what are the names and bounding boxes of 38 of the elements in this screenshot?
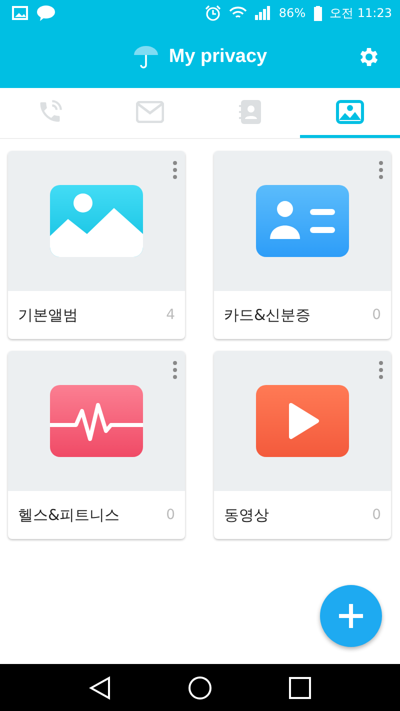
album-name: 동영상	[224, 506, 270, 524]
signal-icon	[254, 6, 271, 20]
more-options-icon[interactable]	[379, 361, 383, 379]
envelope-icon	[136, 100, 164, 122]
play-icon	[256, 385, 349, 457]
umbrella-icon	[132, 45, 159, 69]
battery-percent: 86%	[278, 6, 306, 20]
more-options-icon[interactable]	[173, 161, 177, 179]
album-card[interactable]: 동영상 0	[214, 351, 391, 539]
recent-apps-icon[interactable]	[289, 676, 312, 698]
image-icon	[336, 100, 364, 124]
landscape-image-icon	[50, 185, 143, 257]
image-icon	[12, 6, 28, 20]
battery-icon	[314, 6, 322, 20]
album-count: 0	[166, 507, 175, 523]
more-options-icon[interactable]	[379, 161, 383, 179]
add-button[interactable]	[320, 585, 382, 647]
album-name: 기본앨범	[18, 306, 79, 324]
album-name: 카드&신분증	[224, 306, 312, 324]
album-card[interactable]: 헬스&피트니스 0	[8, 351, 185, 539]
chat-bubble-icon	[36, 5, 56, 21]
id-card-icon	[256, 185, 349, 257]
back-icon[interactable]	[88, 676, 111, 700]
album-count: 0	[372, 507, 381, 523]
more-options-icon[interactable]	[173, 361, 177, 379]
alarm-clock-icon	[204, 5, 221, 21]
contact-book-icon	[238, 98, 262, 124]
album-count: 0	[372, 307, 381, 323]
album-card[interactable]: 카드&신분증 0	[214, 151, 391, 339]
album-card[interactable]: 기본앨범 4	[8, 151, 185, 339]
app-title: My privacy	[168, 46, 268, 68]
wifi-icon	[228, 6, 247, 20]
album-name: 헬스&피트니스	[18, 506, 121, 524]
plus-icon	[337, 602, 365, 630]
heartbeat-icon	[50, 385, 143, 457]
clock-time: 오전 11:23	[330, 4, 392, 22]
home-icon[interactable]	[188, 676, 212, 700]
album-count: 4	[166, 307, 175, 323]
